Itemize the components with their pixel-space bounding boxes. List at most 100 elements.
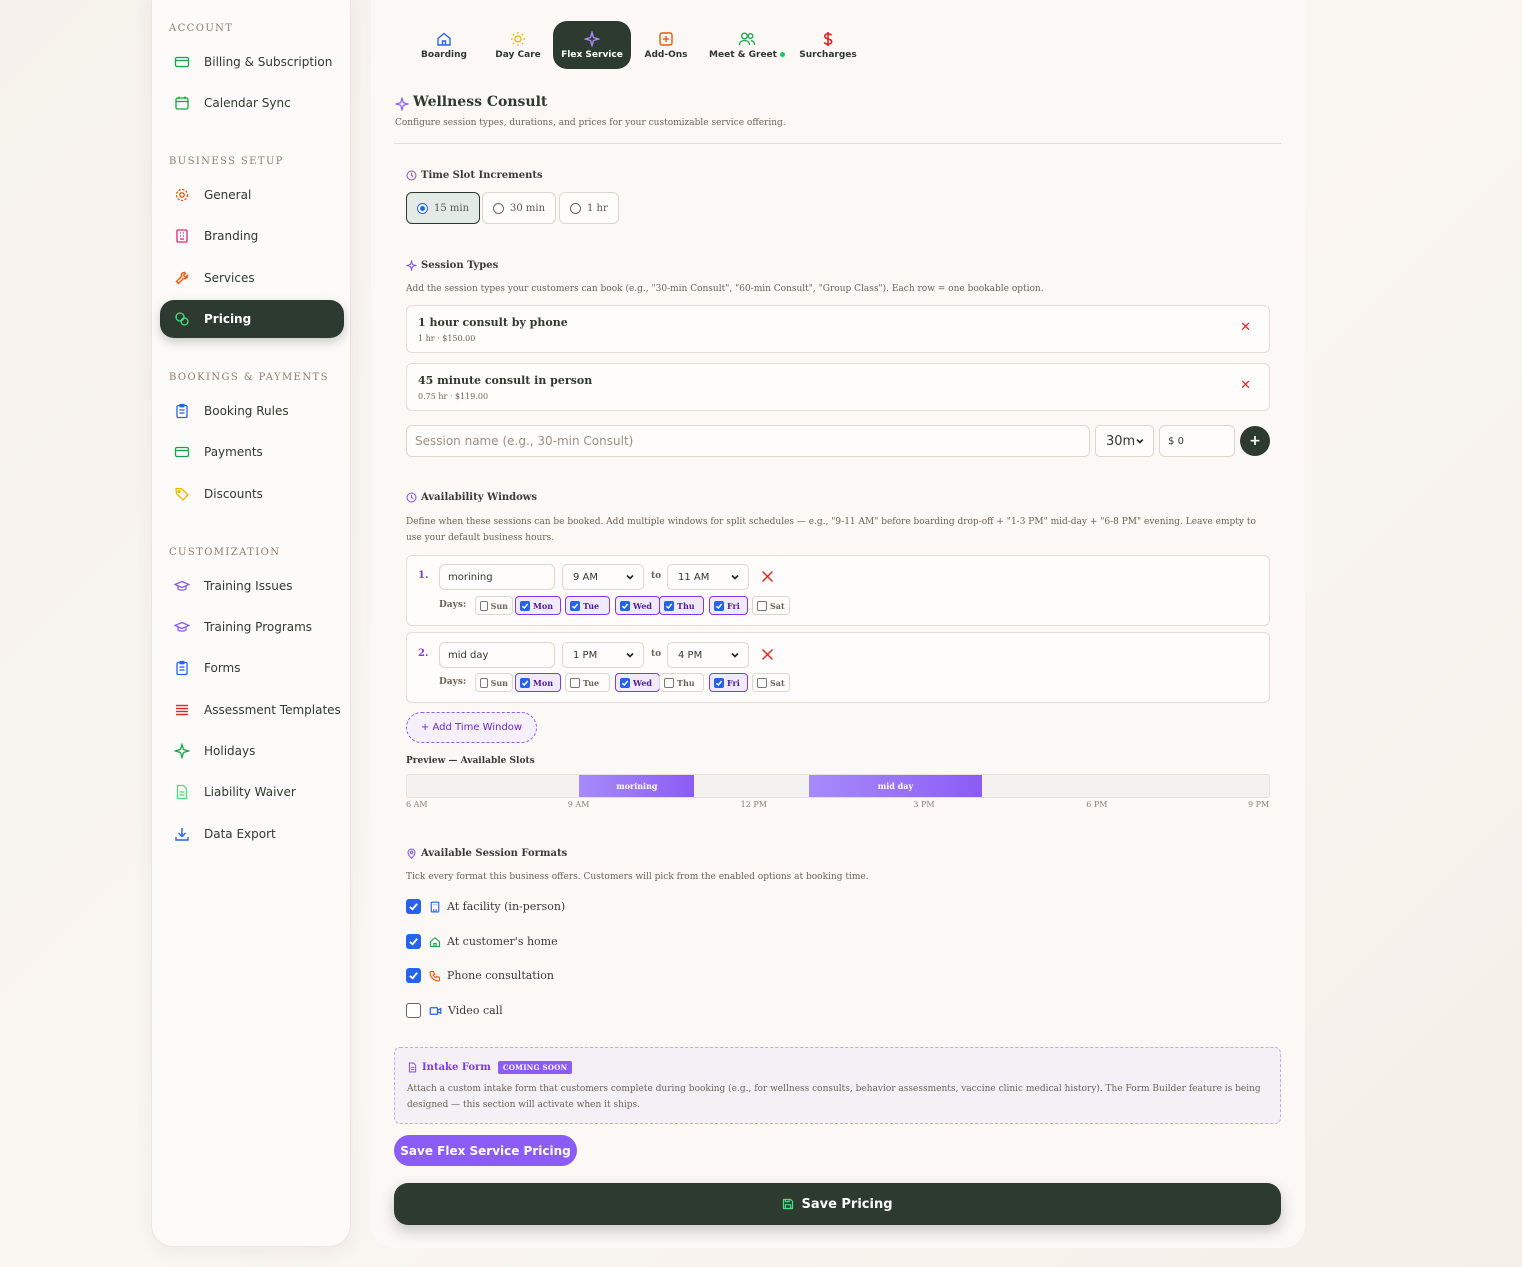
tab-surcharges[interactable]: Surcharges [789,21,867,69]
day-checkbox-fri[interactable]: Fri [709,596,748,615]
day-checkbox-tue[interactable]: Tue [565,596,610,615]
window-start-select[interactable]: 1 PM [562,642,644,668]
day-checkbox-thu[interactable]: Thu [659,673,704,692]
sidebar-item-billing[interactable]: Billing & Subscription [160,43,344,81]
session-name: 45 minute consult in person [418,374,593,387]
sidebar-item-calendar[interactable]: Calendar Sync [160,84,344,122]
remove-window-icon[interactable] [761,570,774,583]
time-slot-15min[interactable]: 15 min [406,192,481,224]
sidebar-item-general[interactable]: General [160,176,344,214]
checkbox[interactable] [570,600,580,611]
day-checkbox-mon[interactable]: Mon [515,596,561,615]
checkbox[interactable] [714,600,724,611]
window-end-select[interactable]: 4 PM [667,642,749,668]
checkbox[interactable] [757,677,767,688]
format-at-home[interactable]: At customer's home [406,934,558,949]
time-slot-1hr[interactable]: 1 hr [559,192,619,224]
add-session-button[interactable]: + [1240,426,1270,456]
section-title-text: Available Session Formats [421,848,568,859]
window-end-select[interactable]: 11 AM [667,564,749,590]
remove-session-button[interactable]: ✕ [1240,378,1251,393]
checkbox[interactable] [520,677,530,688]
window-start-select[interactable]: 9 AM [562,564,644,590]
window-name-input[interactable] [439,642,555,668]
checkbox[interactable] [664,677,674,688]
day-checkbox-wed[interactable]: Wed [615,673,660,692]
window-name-input[interactable] [439,564,555,590]
tab-label: Add-Ons [644,49,688,60]
sidebar-item-training-programs[interactable]: Training Programs [160,608,344,646]
day-checkbox-sun[interactable]: Sun [475,673,513,692]
duration-select[interactable]: 30m [1095,425,1154,457]
day-checkbox-sun[interactable]: Sun [475,596,513,615]
phone-icon [429,970,441,982]
tab-day-care[interactable]: Day Care [479,21,557,69]
chevron-down-icon [731,652,739,658]
sidebar-item-booking-rules[interactable]: Booking Rules [160,392,344,430]
chevron-down-icon [626,574,634,580]
duration-value: 30m [1106,433,1136,449]
format-at-facility[interactable]: At facility (in-person) [406,899,565,914]
document-icon [174,784,190,800]
remove-session-button[interactable]: ✕ [1240,320,1251,335]
palette-icon [174,228,190,244]
tab-add-ons[interactable]: Add-Ons [627,21,705,69]
checkbox[interactable] [620,677,630,688]
session-meta: 0.75 hr · $119.00 [418,392,489,401]
day-checkbox-tue[interactable]: Tue [565,673,610,692]
remove-window-icon[interactable] [761,648,774,661]
sidebar-item-payments[interactable]: Payments [160,433,344,471]
session-name-input[interactable] [406,425,1090,457]
session-types-description: Add the session types your customers can… [406,284,1044,294]
checkbox[interactable] [570,677,580,688]
checkbox[interactable] [620,600,630,611]
tab-label: Flex Service [561,49,623,60]
sidebar-item-data-export[interactable]: Data Export [160,815,344,853]
day-checkbox-mon[interactable]: Mon [515,673,561,692]
day-checkbox-sat[interactable]: Sat [752,596,790,615]
day-checkbox-sat[interactable]: Sat [752,673,790,692]
checkbox[interactable] [714,677,724,688]
sidebar-item-pricing[interactable]: Pricing [160,300,344,338]
select-value: 4 PM [678,649,703,661]
checkbox[interactable] [480,600,488,611]
session-meta: 1 hr · $150.00 [418,334,476,343]
day-label: Thu [677,600,695,611]
save-flex-service-button[interactable]: Save Flex Service Pricing [394,1135,577,1166]
price-input[interactable]: $ 0 [1159,425,1235,457]
format-phone[interactable]: Phone consultation [406,968,554,983]
tab-flex-service[interactable]: Flex Service [553,21,631,69]
sidebar-item-branding[interactable]: Branding [160,217,344,255]
tab-meet-greet[interactable]: Meet & Greet [701,21,793,69]
sidebar-item-holidays[interactable]: Holidays [160,732,344,770]
checkbox[interactable] [664,600,674,611]
add-time-window-button[interactable]: + Add Time Window [406,712,537,743]
tab-label: Meet & Greet [709,49,777,60]
sidebar-item-training-issues[interactable]: Training Issues [160,567,344,605]
sidebar-item-forms[interactable]: Forms [160,649,344,687]
checkbox[interactable] [480,677,488,688]
format-video[interactable]: Video call [406,1003,503,1018]
sidebar-item-label: Services [204,271,255,285]
sidebar-item-discounts[interactable]: Discounts [160,475,344,513]
checkbox[interactable] [757,600,767,611]
sidebar-item-services[interactable]: Services [160,259,344,297]
checkbox[interactable] [406,1003,421,1018]
sidebar-item-liability-waiver[interactable]: Liability Waiver [160,773,344,811]
tab-boarding[interactable]: Boarding [405,21,483,69]
page-subtitle: Configure session types, durations, and … [395,118,786,128]
day-label: Fri [727,600,740,611]
checkbox[interactable] [406,968,421,983]
day-checkbox-thu[interactable]: Thu [659,596,704,615]
save-pricing-button[interactable]: Save Pricing [394,1183,1281,1225]
sidebar-item-assessment-templates[interactable]: Assessment Templates [160,691,344,729]
checkbox[interactable] [520,600,530,611]
checkbox[interactable] [406,934,421,949]
time-slot-30min[interactable]: 30 min [482,192,557,224]
checkbox[interactable] [406,899,421,914]
day-label: Tue [583,677,600,688]
sidebar-item-label: Liability Waiver [204,785,296,799]
day-checkbox-wed[interactable]: Wed [615,596,660,615]
day-checkbox-fri[interactable]: Fri [709,673,748,692]
format-label: At facility (in-person) [447,900,566,913]
